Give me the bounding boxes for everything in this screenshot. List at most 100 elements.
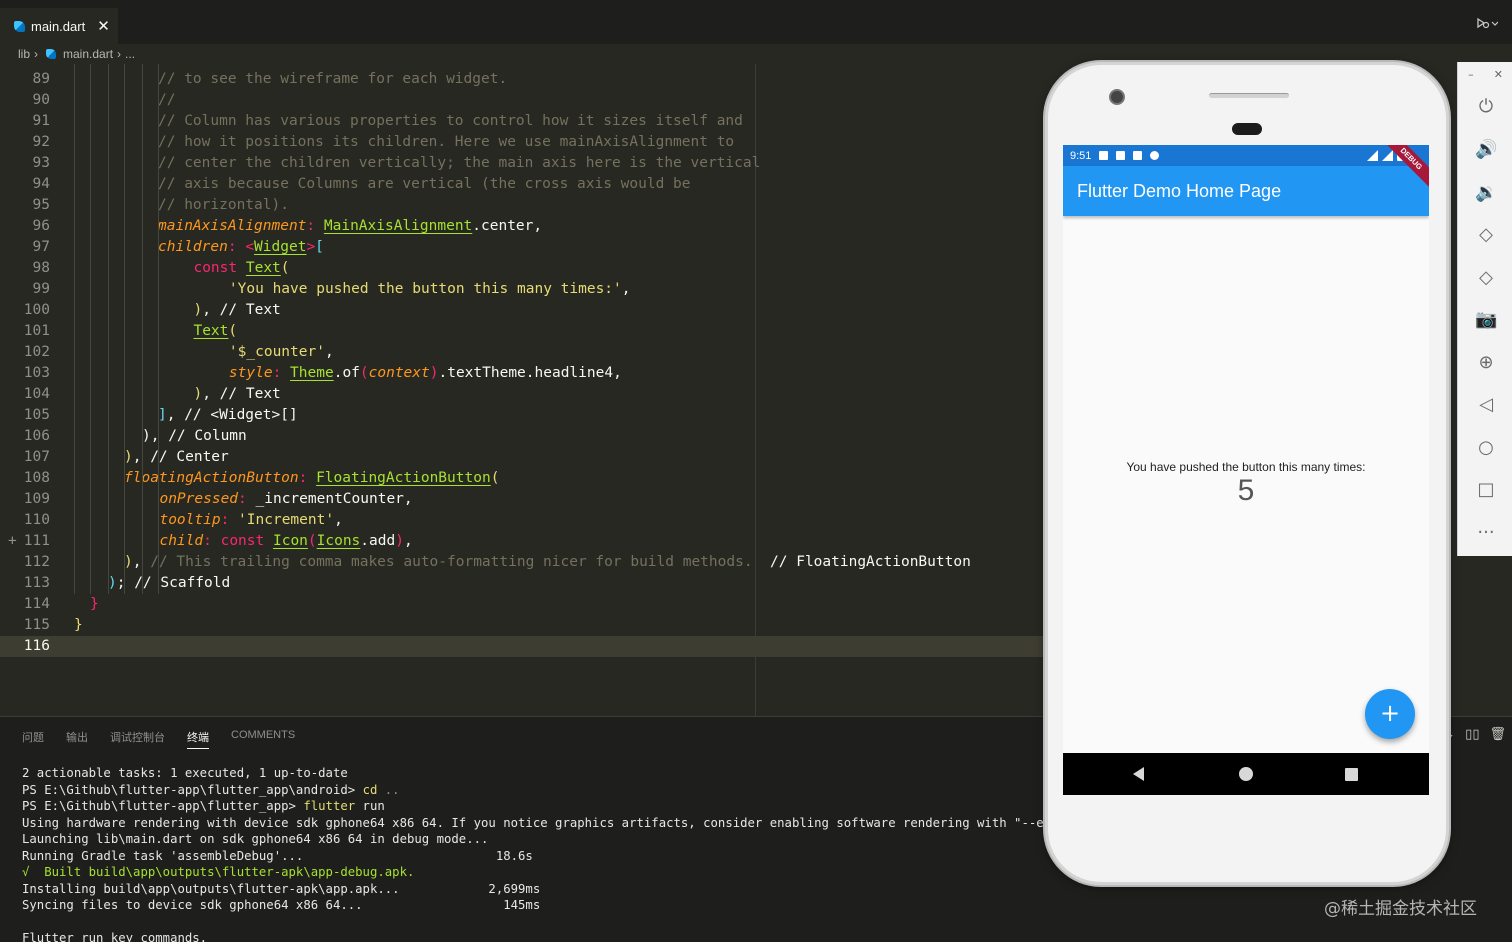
code-line[interactable]: 115} bbox=[0, 615, 1045, 636]
code-text: ), // Text bbox=[193, 386, 281, 402]
code-line[interactable]: 104 ), // Text bbox=[0, 384, 1045, 405]
indent-guide bbox=[108, 64, 109, 594]
line-number: 112 bbox=[23, 554, 50, 570]
run-debug-icon[interactable] bbox=[1476, 16, 1499, 34]
indent-guide bbox=[158, 64, 159, 594]
line-number: 106 bbox=[23, 428, 50, 444]
line-number: 98 bbox=[32, 260, 50, 276]
code-line[interactable]: 99 'You have pushed the button this many… bbox=[0, 279, 1045, 300]
notification-icon bbox=[1116, 151, 1126, 160]
close-tab-icon[interactable]: ✕ bbox=[97, 17, 110, 35]
code-text: // how it positions its children. Here w… bbox=[158, 134, 735, 150]
code-line[interactable]: 96 mainAxisAlignment: MainAxisAlignment.c… bbox=[0, 216, 1045, 237]
rotate-right-icon[interactable]: ◇ bbox=[1475, 267, 1497, 289]
panel-tab[interactable]: 终端 bbox=[187, 729, 209, 749]
home-icon[interactable]: ○ bbox=[1475, 437, 1497, 459]
line-number: 91 bbox=[32, 113, 50, 129]
split-panel-icon[interactable]: ▯▯ bbox=[1465, 727, 1479, 742]
code-line[interactable]: 94 // axis because Columns are vertical (… bbox=[0, 174, 1045, 195]
rotate-left-icon[interactable]: ◇ bbox=[1475, 224, 1497, 246]
git-added-marker: + bbox=[8, 533, 17, 549]
code-line[interactable]: 108 floatingActionButton: FloatingActionB… bbox=[0, 468, 1045, 489]
signal-icon bbox=[1382, 150, 1393, 161]
indent-guide bbox=[74, 64, 75, 594]
code-line[interactable]: 98 const Text( bbox=[0, 258, 1045, 279]
earpiece bbox=[1232, 123, 1262, 135]
panel-tab[interactable]: 问题 bbox=[22, 729, 44, 749]
breadcrumb-file[interactable]: main.dart bbox=[63, 47, 113, 61]
code-editor[interactable]: 89 // to see the wireframe for each widge… bbox=[0, 64, 1045, 716]
code-text: } bbox=[74, 617, 83, 633]
code-line[interactable]: 97 children: <Widget>[ bbox=[0, 237, 1045, 258]
power-icon[interactable]: ⏻ bbox=[1475, 96, 1497, 118]
code-text: onPressed: _incrementCounter, bbox=[159, 491, 413, 507]
code-line[interactable]: 106), // Column bbox=[0, 426, 1045, 447]
watermark: @稀土掘金技术社区 bbox=[1324, 899, 1477, 919]
terminal-line: √ Built build\app\outputs\flutter-apk\ap… bbox=[22, 865, 415, 879]
code-line[interactable]: 114} bbox=[0, 594, 1045, 615]
app-bar-title: Flutter Demo Home Page bbox=[1077, 181, 1282, 201]
front-camera bbox=[1109, 89, 1125, 105]
code-text: children: <Widget>[ bbox=[158, 239, 324, 255]
earpiece-line bbox=[1209, 93, 1289, 98]
code-line[interactable]: 102 '$_counter', bbox=[0, 342, 1045, 363]
code-line[interactable]: 93 // center the children vertically; the… bbox=[0, 153, 1045, 174]
dart-file-icon bbox=[46, 49, 57, 59]
code-line[interactable]: 112), // This trailing comma makes auto-… bbox=[0, 552, 1045, 573]
code-line[interactable]: 113); // Scaffold bbox=[0, 573, 1045, 594]
code-line[interactable]: 89 // to see the wireframe for each widge… bbox=[0, 69, 1045, 90]
android-nav-bar bbox=[1063, 753, 1429, 795]
editor-tab-main-dart[interactable]: main.dart ✕ bbox=[0, 8, 118, 44]
code-line[interactable]: 110 tooltip: 'Increment', bbox=[0, 510, 1045, 531]
more-icon[interactable]: ··· bbox=[1475, 522, 1497, 544]
code-line[interactable]: 92 // how it positions its children. Here… bbox=[0, 132, 1045, 153]
line-number: 114 bbox=[23, 596, 50, 612]
code-text: style: Theme.of(context).textTheme.headl… bbox=[228, 365, 622, 381]
code-text: const Text( bbox=[193, 260, 290, 276]
code-line[interactable]: 103 style: Theme.of(context).textTheme.h… bbox=[0, 363, 1045, 384]
breadcrumb-folder[interactable]: lib bbox=[18, 47, 30, 61]
terminal-line: Installing build\app\outputs\flutter-apk… bbox=[22, 881, 541, 896]
back-icon[interactable]: ◁ bbox=[1475, 394, 1497, 416]
panel-tab[interactable]: COMMENTS bbox=[231, 729, 295, 749]
android-emulator: 9:51 Flutter Demo Home Page DEBUG You ha… bbox=[1045, 62, 1449, 885]
volume-up-icon[interactable]: 🔊 bbox=[1475, 139, 1497, 161]
increment-fab[interactable]: + bbox=[1365, 689, 1415, 739]
code-line[interactable]: 105], // <Widget>[] bbox=[0, 405, 1045, 426]
code-line[interactable]: 95 // horizontal). bbox=[0, 195, 1045, 216]
code-text: // center the children vertically; the m… bbox=[158, 155, 761, 171]
code-line[interactable]: 116 bbox=[0, 636, 1045, 657]
panel-tab[interactable]: 输出 bbox=[66, 729, 88, 749]
editor-tab-label: main.dart bbox=[31, 18, 86, 34]
panel-tab[interactable]: 调试控制台 bbox=[110, 729, 165, 749]
breadcrumb-tail[interactable]: ... bbox=[125, 47, 135, 61]
nav-home-icon[interactable] bbox=[1239, 767, 1253, 781]
code-line[interactable]: 101 Text( bbox=[0, 321, 1045, 342]
notification-icon bbox=[1150, 151, 1160, 160]
counter-label: You have pushed the button this many tim… bbox=[1126, 460, 1366, 474]
code-line[interactable]: 107), // Center bbox=[0, 447, 1045, 468]
nav-back-icon[interactable] bbox=[1133, 767, 1144, 781]
code-line[interactable]: 91 // Column has various properties to co… bbox=[0, 111, 1045, 132]
code-line[interactable]: 109 onPressed: _incrementCounter, bbox=[0, 489, 1045, 510]
line-number: 115 bbox=[23, 617, 50, 633]
wifi-icon bbox=[1367, 150, 1378, 161]
zoom-icon[interactable]: ⊕ bbox=[1475, 352, 1497, 374]
code-line[interactable]: 111 + child: const Icon(Icons.add), bbox=[0, 531, 1045, 552]
code-text: child: const Icon(Icons.add), bbox=[159, 533, 413, 549]
screenshot-icon[interactable]: 📷 bbox=[1475, 309, 1497, 331]
status-bar: 9:51 bbox=[1063, 145, 1429, 166]
line-number: 108 bbox=[23, 470, 50, 486]
emulator-screen[interactable]: 9:51 Flutter Demo Home Page DEBUG You ha… bbox=[1063, 145, 1429, 795]
minimize-icon[interactable]: – bbox=[1468, 68, 1474, 81]
counter-value: 5 bbox=[1237, 474, 1255, 507]
volume-down-icon[interactable]: 🔉 bbox=[1475, 182, 1497, 204]
nav-recents-icon[interactable] bbox=[1345, 768, 1358, 781]
close-icon[interactable]: ✕ bbox=[1494, 68, 1503, 81]
indent-guide bbox=[90, 64, 91, 594]
code-line[interactable]: 100 ), // Text bbox=[0, 300, 1045, 321]
trash-icon[interactable]: 🗑 bbox=[1489, 727, 1506, 742]
overview-icon[interactable]: □ bbox=[1475, 479, 1497, 501]
line-number: 104 bbox=[23, 386, 50, 402]
code-line[interactable]: 90 // bbox=[0, 90, 1045, 111]
